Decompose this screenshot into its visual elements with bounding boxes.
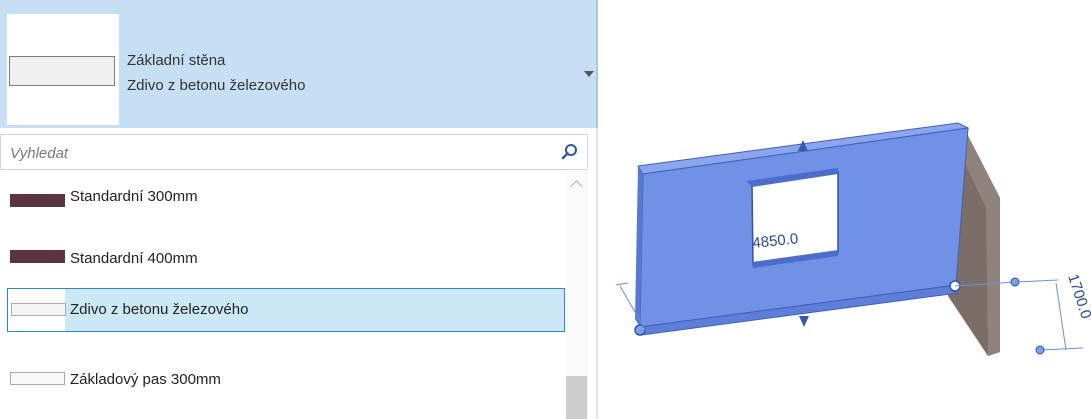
scroll-up-icon[interactable] [570,180,583,193]
current-type-name: Zdivo z betonu železového [127,77,306,94]
family-name: Základní stěna [127,52,226,69]
list-item[interactable]: Standardní 300mm [0,174,566,218]
list-item[interactable]: Standardní 400mm [0,238,566,282]
list-item-selected[interactable]: Zdivo z betonu železového [7,288,565,332]
flip-arrow-down-icon[interactable] [799,316,809,327]
list-item-label: Základový pas 300mm [70,371,221,388]
type-swatch [11,303,66,316]
chevron-down-icon[interactable] [584,71,594,77]
height-dimension-text[interactable]: 1700.0 [1064,272,1091,321]
list-item-label: Zdivo z betonu železového [70,301,249,318]
type-swatch [10,250,65,263]
search-icon[interactable] [561,143,579,161]
dimension-witness [1039,347,1084,351]
scrollbar-thumb[interactable] [566,376,587,419]
dimension-tick [615,282,629,286]
dimension-line [1055,282,1067,351]
wall-preview-shape [9,56,115,86]
3d-viewport[interactable]: 4850.0 1700.0 [598,0,1091,419]
list-item-label: Standardní 300mm [70,188,198,205]
dimension-witness [1014,279,1059,283]
type-preview-image [7,14,119,125]
model-view[interactable]: 4850.0 1700.0 [598,0,1091,419]
type-swatch [10,372,65,385]
dimension-grip[interactable] [1035,345,1045,355]
type-list: Standardní 300mm Standardní 400mm Zdivo … [0,170,588,419]
type-swatch [10,194,65,207]
wall-opening[interactable] [751,171,839,266]
type-selector-dropdown[interactable]: Základní stěna Zdivo z betonu železového [0,0,598,128]
search-box[interactable] [0,134,588,171]
list-item-label: Standardní 400mm [70,250,198,267]
type-selector-panel: Základní stěna Zdivo z betonu železového… [0,0,598,419]
list-item[interactable]: Základový pas 300mm [0,359,566,403]
list-scrollbar[interactable] [566,170,588,419]
search-input[interactable] [8,135,532,171]
